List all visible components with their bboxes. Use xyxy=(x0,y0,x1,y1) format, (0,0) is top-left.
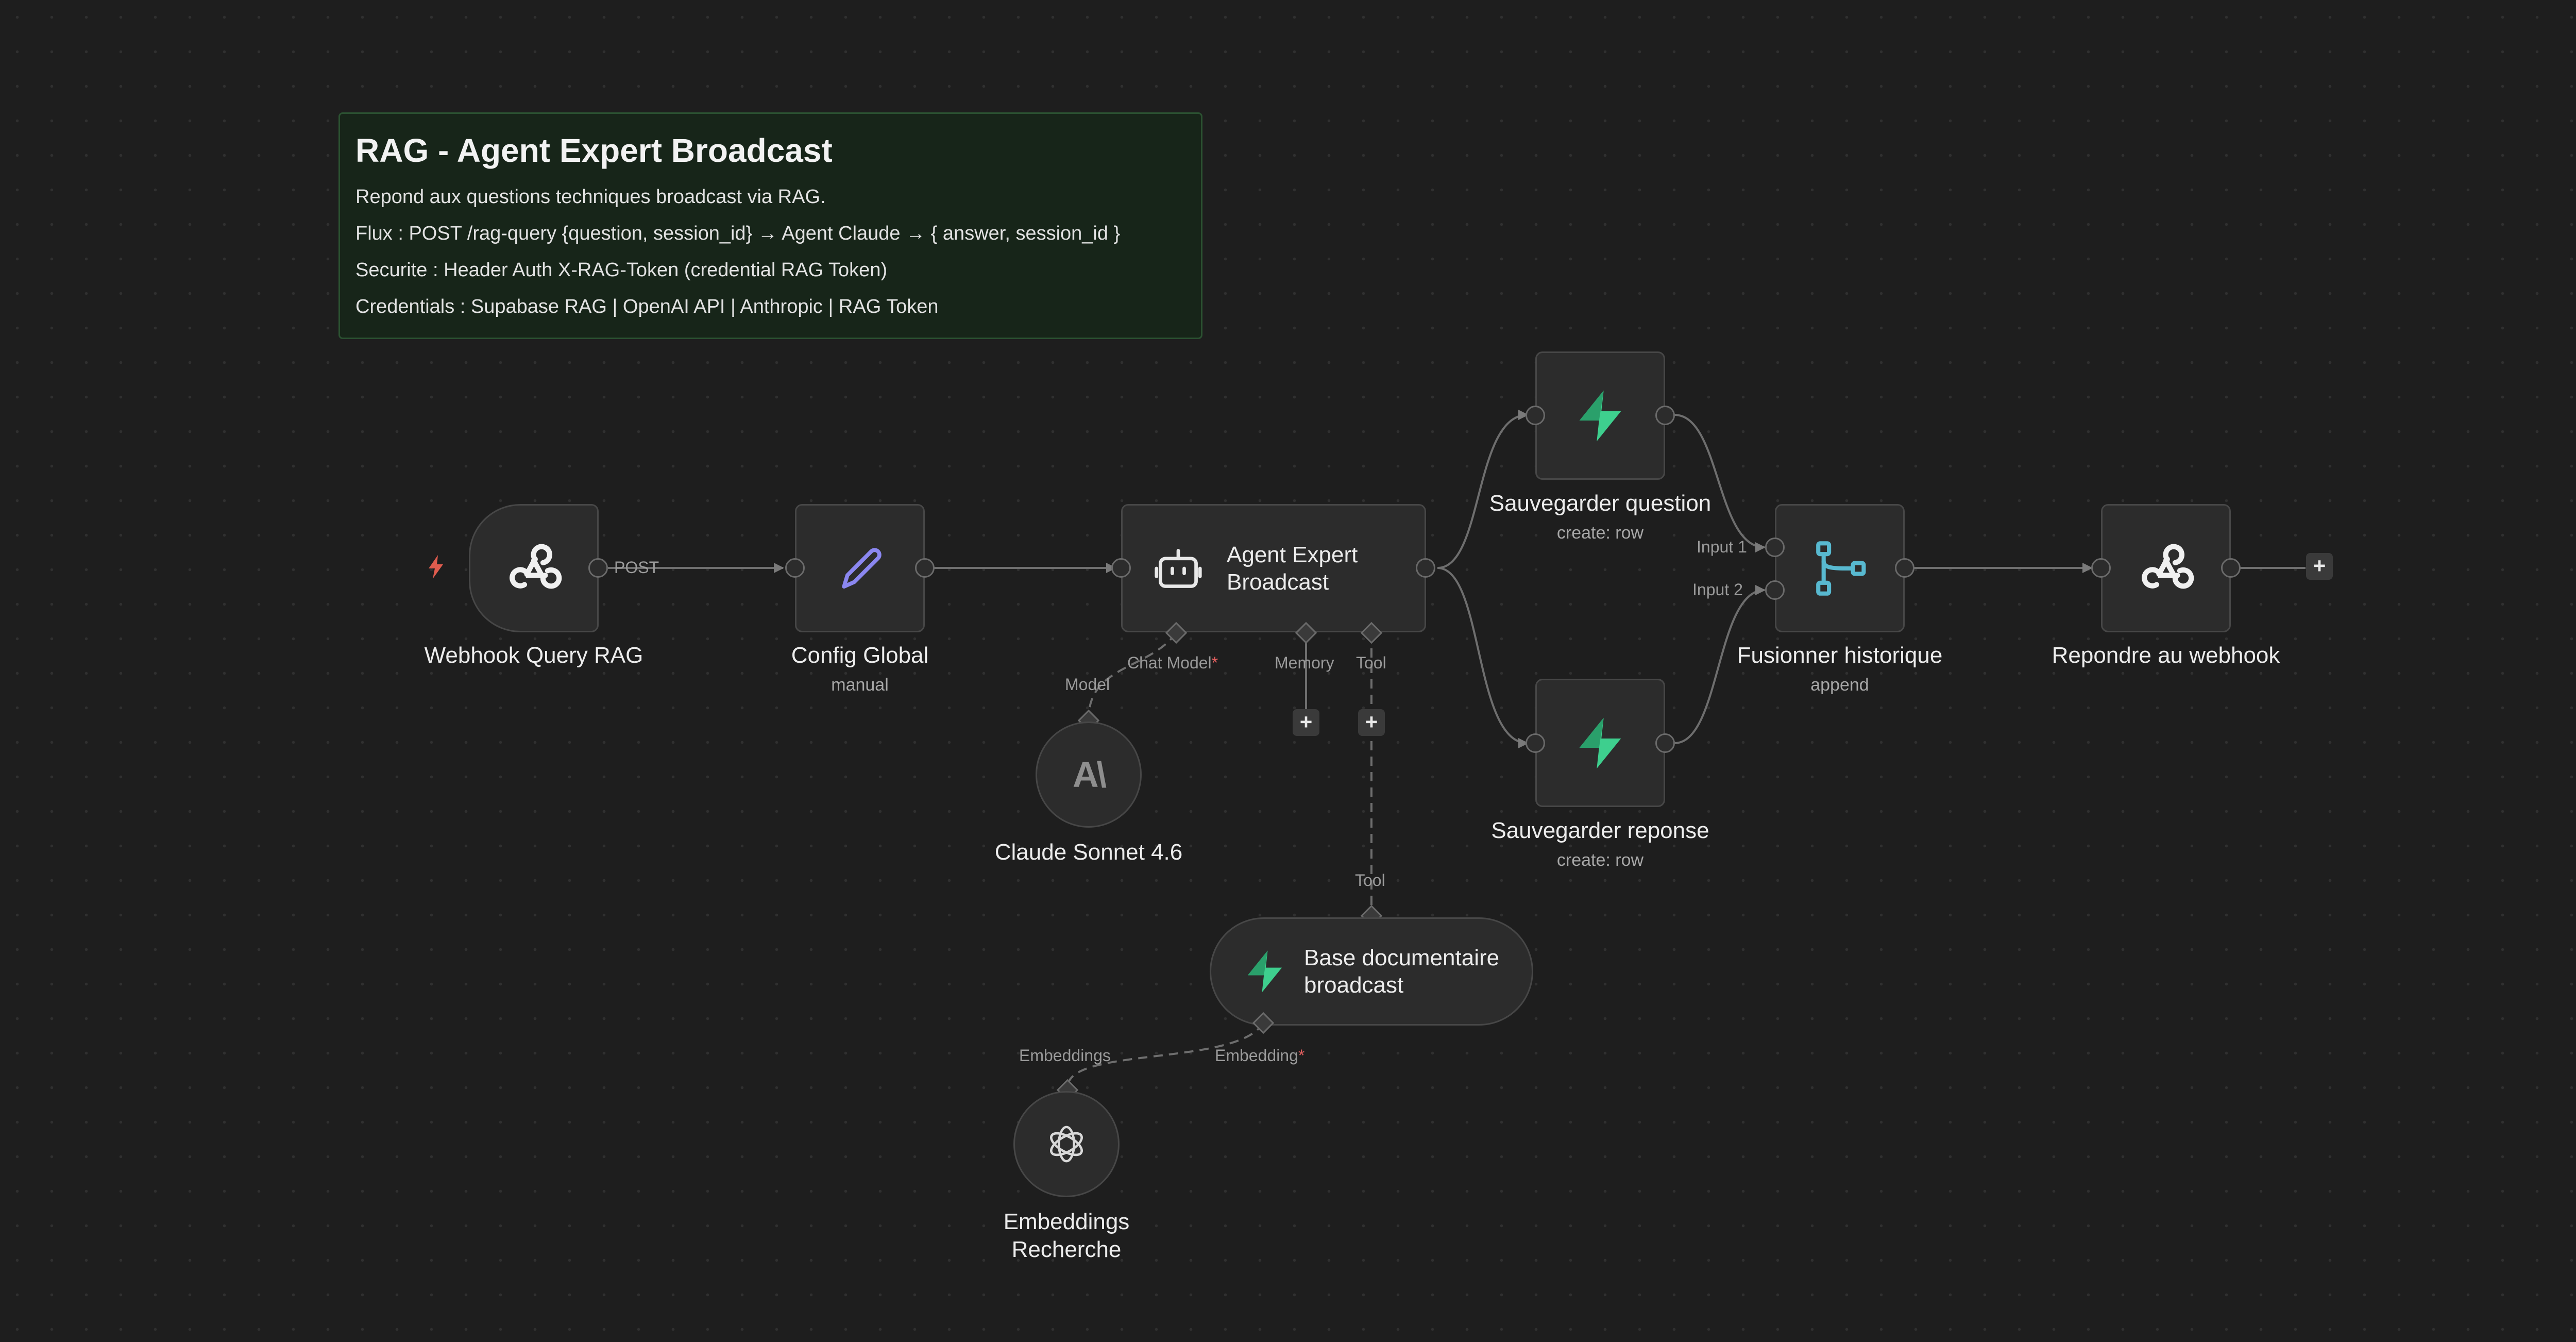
anthropic-icon: A\ xyxy=(1073,754,1107,795)
input-2-handle[interactable] xyxy=(1765,580,1785,600)
node-title-line: Base documentaire xyxy=(1304,945,1500,970)
add-memory-button[interactable]: + xyxy=(1293,709,1319,736)
port-label-input-1: Input 1 xyxy=(1697,538,1747,556)
input-handle[interactable] xyxy=(1526,406,1545,425)
node-sublabel: append xyxy=(1810,675,1869,695)
output-handle[interactable] xyxy=(1655,733,1675,753)
add-node-button[interactable]: + xyxy=(2306,553,2333,580)
node-sauvegarder-question[interactable] xyxy=(1535,351,1665,480)
input-handle[interactable] xyxy=(1526,733,1545,753)
input-1-handle[interactable] xyxy=(1765,538,1785,557)
sticky-line: Securite : Header Auth X-RAG-Token (cred… xyxy=(355,259,888,281)
openai-icon xyxy=(1050,1126,1083,1163)
port-label-chat-model: Chat Model* xyxy=(1127,653,1218,672)
add-tool-button[interactable]: + xyxy=(1358,709,1385,736)
port-label-embedding: Embedding* xyxy=(1215,1046,1305,1065)
node-title-line: broadcast xyxy=(1304,972,1404,998)
input-handle[interactable] xyxy=(2091,558,2111,578)
merge-icon xyxy=(1816,541,1866,596)
sticky-line: Repond aux questions techniques broadcas… xyxy=(355,186,826,208)
robot-icon xyxy=(1155,548,1202,588)
link-agent-saver xyxy=(1437,567,1529,748)
input-handle[interactable] xyxy=(1111,558,1131,578)
node-repondre-au-webhook[interactable] xyxy=(2101,504,2231,632)
node-sublabel: create: row xyxy=(1556,523,1644,543)
output-handle[interactable] xyxy=(588,558,608,578)
webhook-icon xyxy=(510,544,562,589)
node-label: Webhook Query RAG xyxy=(424,643,643,668)
sticky-title: RAG - Agent Expert Broadcast xyxy=(355,132,833,169)
node-webhook-query-rag[interactable] xyxy=(469,504,599,632)
node-label: Repondre au webhook xyxy=(2052,643,2280,668)
output-handle[interactable] xyxy=(1895,558,1914,578)
input-handle[interactable] xyxy=(785,558,805,578)
node-label: Embeddings Recherche xyxy=(1003,1209,1130,1262)
node-label: Sauvegarder question xyxy=(1489,491,1711,516)
port-label-input-2: Input 2 xyxy=(1692,580,1743,599)
node-label: Fusionner historique xyxy=(1737,643,1943,668)
port-label-model: Model xyxy=(1065,675,1110,694)
workflow-canvas[interactable]: RAG - Agent Expert Broadcast Repond aux … xyxy=(0,0,2576,1342)
sticky-line: Flux : POST /rag-query {question, sessio… xyxy=(355,223,1121,244)
link-saveq-merge xyxy=(1674,414,1766,552)
supabase-icon xyxy=(1579,390,1621,441)
pencil-icon xyxy=(842,547,882,589)
supabase-icon xyxy=(1579,717,1621,768)
node-agent-expert-broadcast[interactable]: Agent Expert Broadcast xyxy=(1121,504,1426,632)
node-sublabel: create: row xyxy=(1556,850,1644,870)
output-handle[interactable] xyxy=(1416,558,1435,578)
output-handle[interactable] xyxy=(2221,558,2241,578)
node-config-global[interactable] xyxy=(795,504,925,632)
port-label-post: POST xyxy=(614,558,659,577)
lightning-icon xyxy=(429,555,443,579)
node-title-line: Agent Expert xyxy=(1227,542,1358,567)
node-sublabel: manual xyxy=(831,675,889,695)
port-label-memory: Memory xyxy=(1275,653,1334,672)
port-label-tool-out: Tool xyxy=(1355,871,1385,890)
output-handle[interactable] xyxy=(1655,406,1675,425)
supabase-icon xyxy=(1247,950,1282,993)
node-title-line: Broadcast xyxy=(1227,569,1329,595)
port-label-tool: Tool xyxy=(1356,653,1386,672)
sticky-line: Credentials : Supabase RAG | OpenAI API … xyxy=(355,296,939,317)
node-label: Sauvegarder reponse xyxy=(1491,818,1709,843)
node-label: Claude Sonnet 4.6 xyxy=(994,840,1183,865)
webhook-icon xyxy=(2142,544,2194,589)
node-claude-sonnet[interactable]: A\ xyxy=(1036,722,1142,828)
node-sauvegarder-reponse[interactable] xyxy=(1535,679,1665,807)
output-handle[interactable] xyxy=(915,558,935,578)
node-embeddings-recherche[interactable] xyxy=(1013,1091,1120,1197)
node-base-documentaire-broadcast[interactable]: Base documentaire broadcast xyxy=(1210,917,1533,1026)
node-fusionner-historique[interactable] xyxy=(1775,504,1905,632)
sticky-note[interactable]: RAG - Agent Expert Broadcast Repond aux … xyxy=(338,112,1202,339)
node-label: Config Global xyxy=(791,643,929,668)
port-label-embeddings: Embeddings xyxy=(1019,1046,1111,1065)
